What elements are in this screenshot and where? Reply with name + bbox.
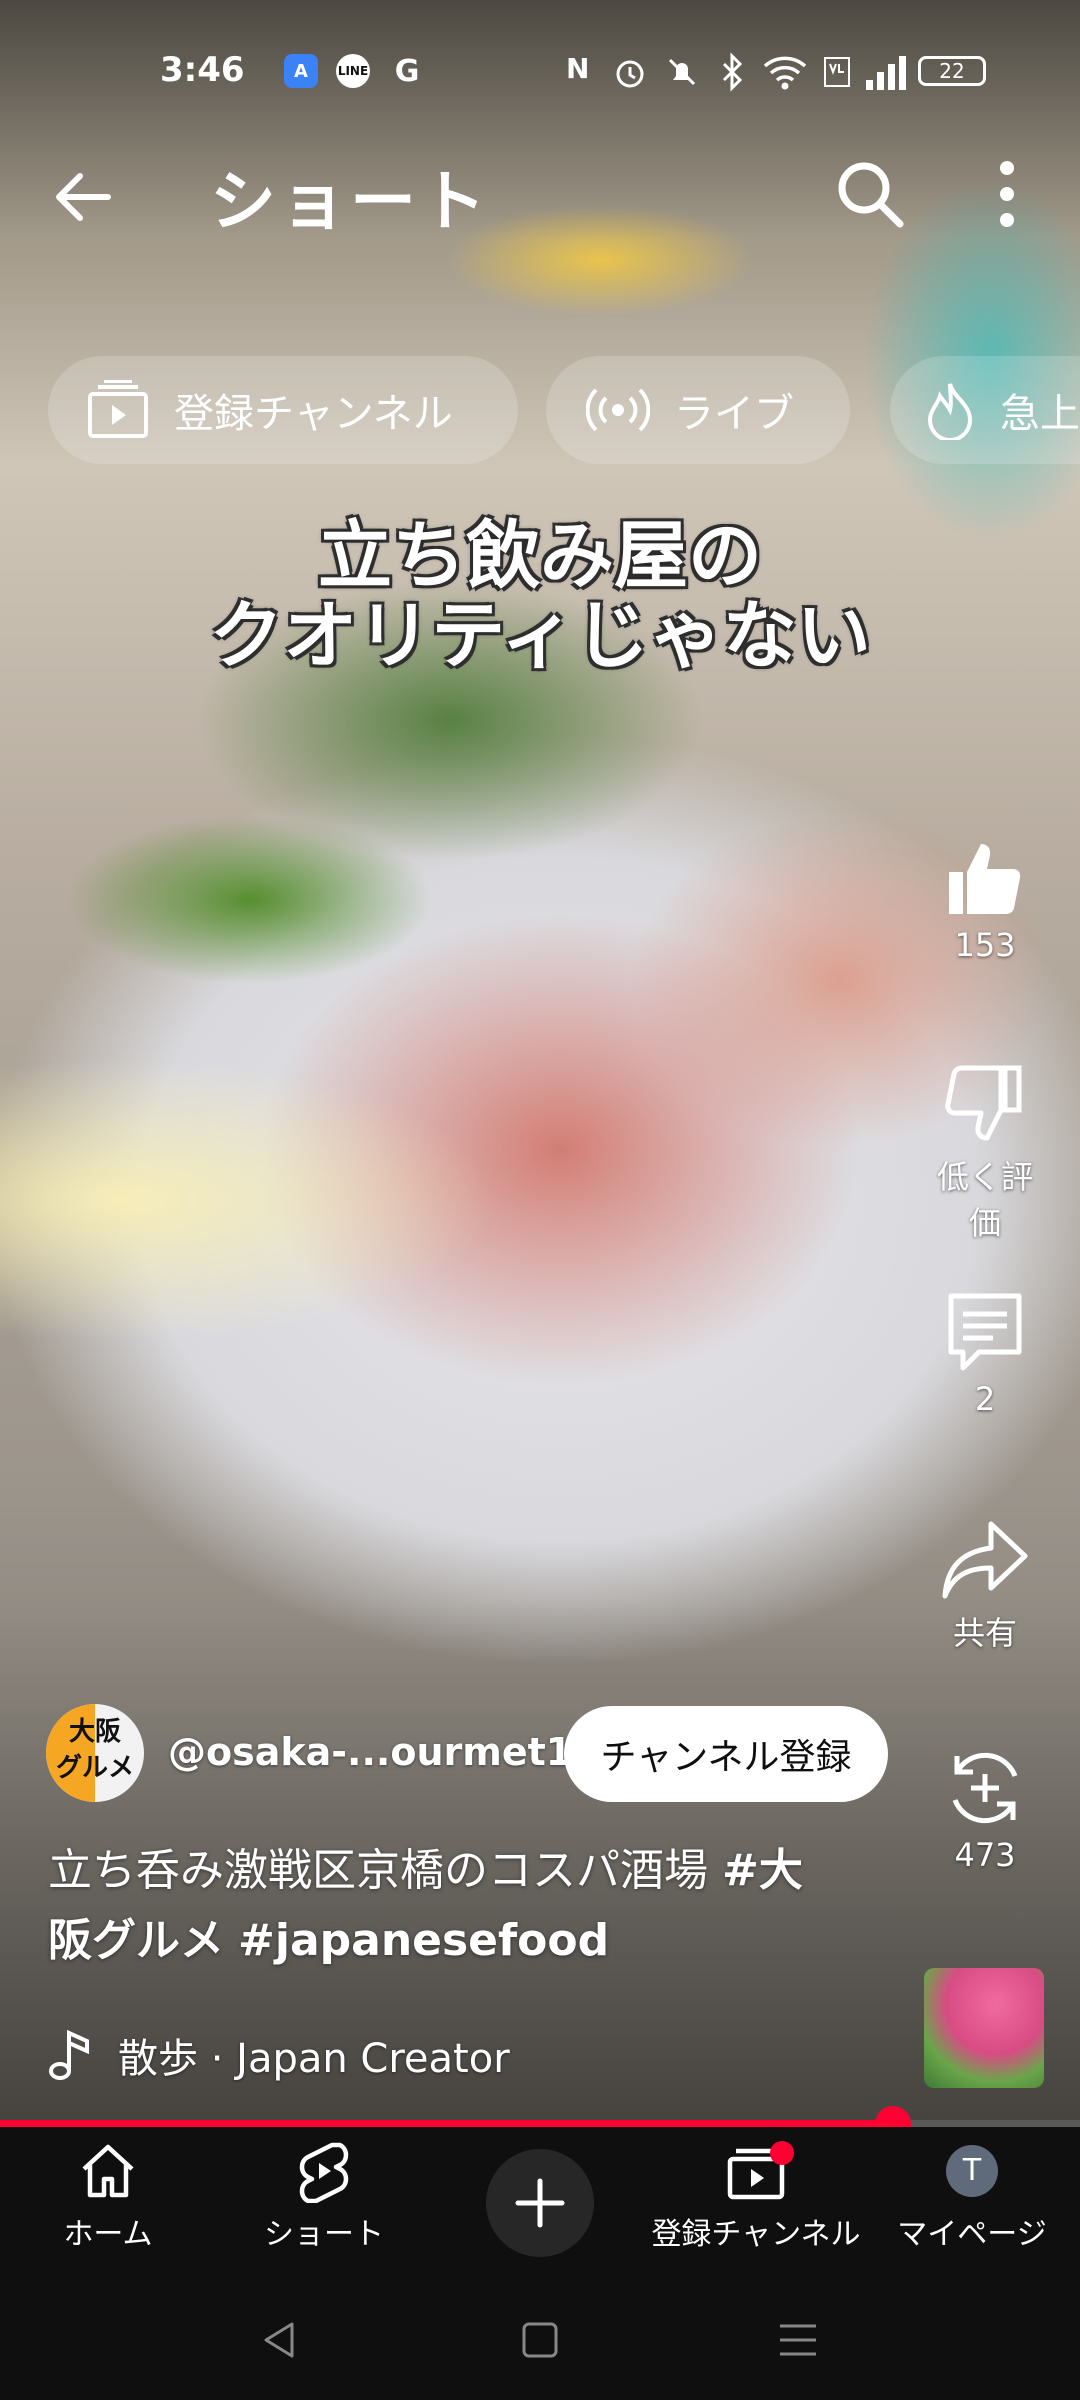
chip-label: 登録チャンネル (174, 391, 453, 437)
chip-trending[interactable]: 急上 (890, 356, 1080, 464)
alarm-icon (616, 60, 644, 88)
sound-thumbnail[interactable] (924, 1968, 1044, 2088)
chip-subscriptions[interactable]: 登録チャンネル (48, 356, 518, 464)
wifi-icon (763, 56, 807, 90)
avatar-logo-text: 大阪 グルメ (46, 1714, 144, 1786)
remix-button[interactable]: 473 (922, 1746, 1048, 1874)
share-arrow-icon (942, 1521, 1028, 1599)
page-title: ショート (210, 163, 490, 240)
nav-me[interactable]: T マイページ (864, 2139, 1080, 2253)
hashtag-osaka-gourmet-part2[interactable]: 阪グルメ (48, 1915, 224, 1966)
like-button[interactable]: 153 (922, 836, 1048, 964)
search-icon[interactable] (830, 154, 910, 234)
subscriptions-icon (88, 380, 148, 438)
share-button[interactable]: 共有 (922, 1518, 1048, 1654)
comment-count: 2 (974, 1380, 996, 1418)
remix-count: 473 (954, 1836, 1016, 1874)
line-notification-icon: LINE (336, 54, 370, 88)
comment-icon (948, 1293, 1022, 1371)
home-icon (82, 2144, 134, 2198)
thumbs-up-icon (949, 844, 1021, 914)
create-button[interactable] (486, 2149, 594, 2257)
chip-label: 急上 (1000, 391, 1080, 437)
music-note-icon (49, 2029, 89, 2080)
app-notification-icon: A (284, 54, 318, 88)
live-icon (586, 388, 650, 432)
nav-subscriptions[interactable]: 登録チャンネル (648, 2139, 864, 2253)
nav-home[interactable]: ホーム (0, 2139, 216, 2253)
profile-avatar: T (946, 2145, 998, 2197)
more-options-icon[interactable] (982, 154, 1032, 234)
new-content-badge (770, 2141, 794, 2165)
avatar-line2: グルメ (55, 1753, 134, 1783)
mute-icon (668, 58, 696, 86)
battery-indicator: 22 (918, 56, 986, 86)
shorts-icon (299, 2142, 349, 2203)
nfc-icon: N (566, 52, 590, 85)
hashtag-japanesefood[interactable]: #japanesefood (238, 1915, 609, 1966)
system-navigation-bar (0, 2280, 1080, 2400)
dislike-button[interactable]: 低く評価 (922, 1062, 1048, 1244)
google-notification-icon: G (394, 53, 420, 89)
video-description[interactable]: 立ち呑み激戦区京橋のコスパ酒場 #大 阪グルメ #japanesefood (48, 1836, 888, 1976)
channel-avatar[interactable]: 大阪 グルメ (46, 1704, 144, 1802)
nav-shorts-label: ショート (264, 2217, 384, 2252)
bluetooth-icon (722, 52, 743, 92)
avatar-line1: 大阪 (68, 1717, 121, 1747)
status-bar: 3:46 A LINE G N 22 (0, 40, 1080, 104)
description-text: 立ち呑み激戦区京橋のコスパ酒場 (48, 1845, 722, 1896)
bottom-navigation: ホーム ショート 登録チャンネル T マイページ (0, 2127, 1080, 2280)
music-info[interactable]: 散歩 · Japan Creator (48, 2020, 510, 2090)
back-arrow-icon[interactable] (48, 162, 118, 232)
chip-live[interactable]: ライブ (546, 356, 850, 464)
video-caption-line2: クオリティじゃない (209, 593, 871, 679)
trending-flame-icon (927, 383, 973, 440)
top-app-bar: ショート (0, 140, 1080, 250)
share-label: 共有 (952, 1614, 1017, 1652)
subscribe-button[interactable]: チャンネル登録 (564, 1706, 888, 1802)
chip-label: ライブ (674, 391, 794, 437)
comments-button[interactable]: 2 (922, 1290, 1048, 1418)
status-time: 3:46 (160, 50, 245, 90)
thumbs-down-icon (945, 1065, 1022, 1141)
like-count: 153 (954, 926, 1016, 964)
progress-fill (0, 2120, 894, 2127)
plus-icon (515, 2178, 565, 2228)
dislike-label: 低く評価 (936, 1158, 1033, 1242)
system-home-icon[interactable] (518, 2318, 562, 2362)
music-label: 散歩 · Japan Creator (118, 2036, 510, 2082)
hashtag-osaka-gourmet-part1[interactable]: #大 (722, 1845, 803, 1896)
channel-handle[interactable]: @osaka-...ourmet1 (168, 1730, 572, 1774)
shorts-screen: 3:46 A LINE G N 22 ショート 登録チャンネル ライブ 急上 立… (0, 0, 1080, 2400)
system-back-icon[interactable] (258, 2318, 302, 2362)
system-recents-icon[interactable] (776, 2318, 820, 2362)
me-avatar-wrap: T (864, 2139, 1080, 2203)
nav-shorts[interactable]: ショート (216, 2139, 432, 2253)
volte-icon (824, 57, 850, 87)
filter-chips: 登録チャンネル ライブ 急上 (0, 356, 1080, 468)
nav-home-label: ホーム (63, 2217, 153, 2252)
nav-me-label: マイページ (897, 2217, 1047, 2252)
nav-subscriptions-label: 登録チャンネル (651, 2217, 861, 2252)
signal-icon (866, 56, 906, 90)
remix-icon (952, 1752, 1018, 1824)
